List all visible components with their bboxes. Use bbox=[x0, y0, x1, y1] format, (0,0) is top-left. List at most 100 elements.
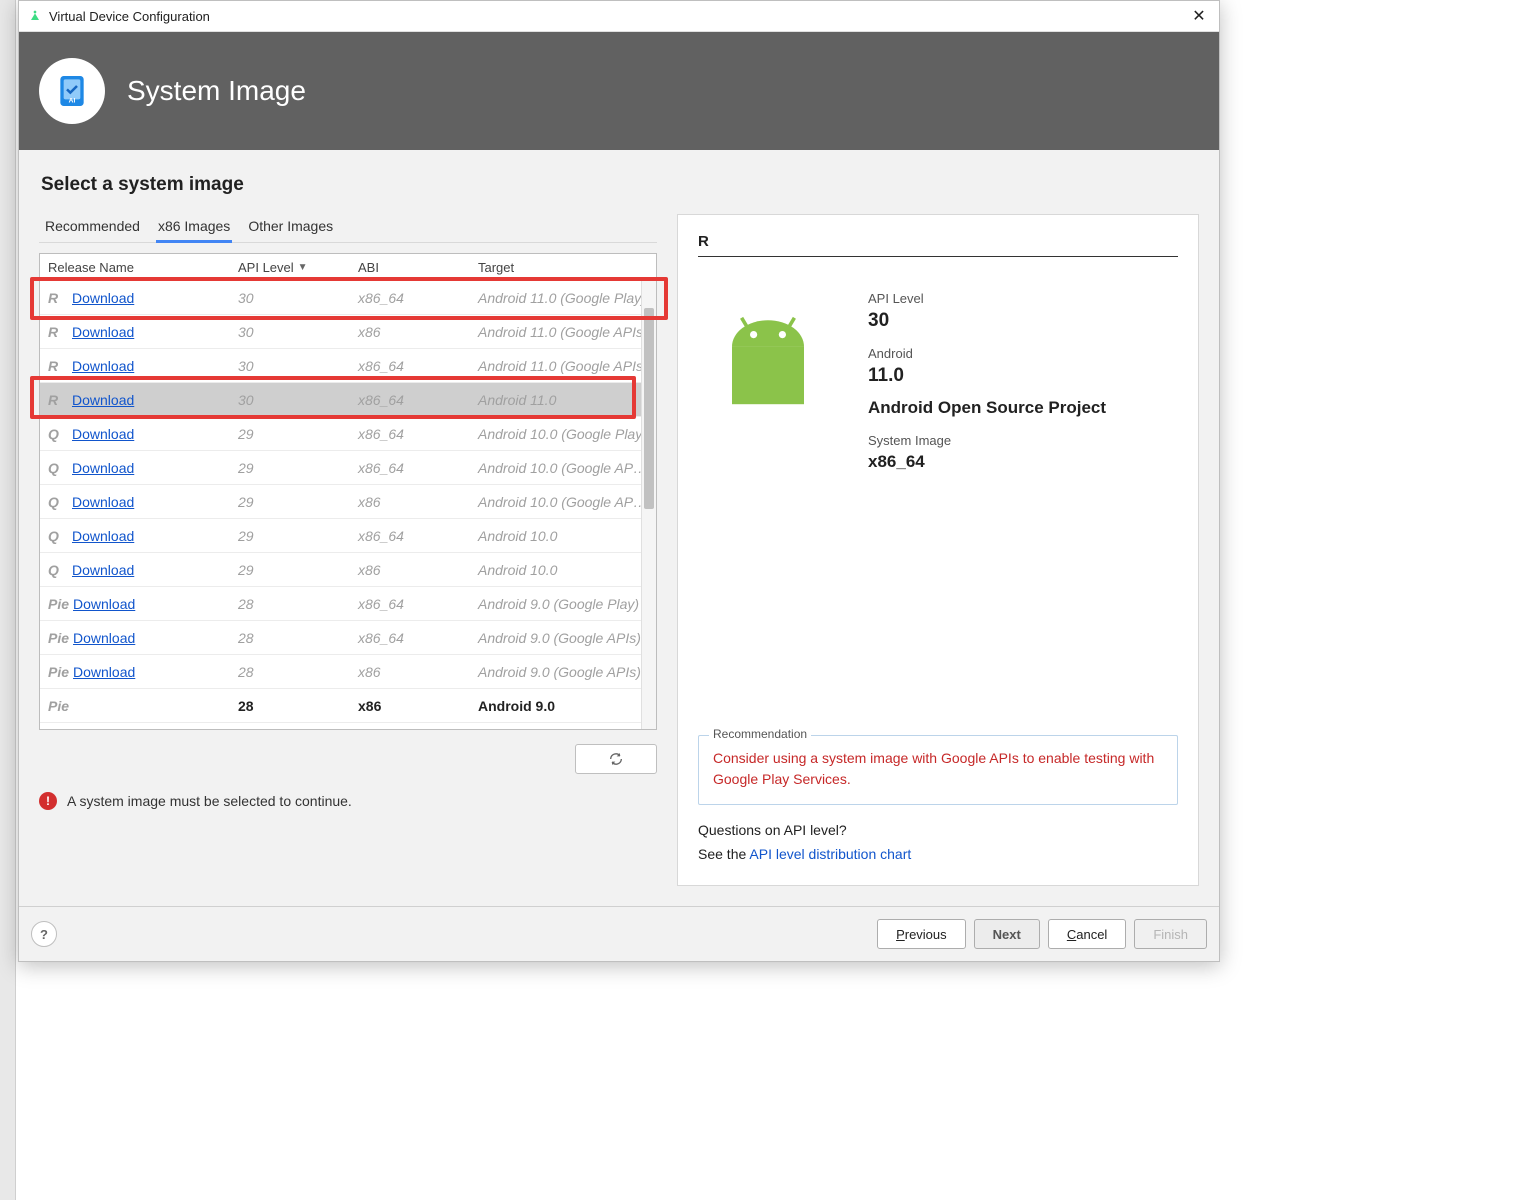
release-code: Pie bbox=[48, 664, 69, 680]
cell-abi: x86_64 bbox=[350, 290, 470, 306]
table-row[interactable]: QDownload29x86_64Android 10.0 bbox=[40, 519, 656, 553]
download-link[interactable]: Download bbox=[72, 460, 134, 476]
download-link[interactable]: Download bbox=[72, 494, 134, 510]
previous-button[interactable]: Previous bbox=[877, 919, 966, 949]
cell-api: 30 bbox=[230, 324, 350, 340]
recommendation-box: Recommendation Consider using a system i… bbox=[698, 735, 1178, 805]
cell-api: 29 bbox=[230, 426, 350, 442]
cell-api: 28 bbox=[230, 596, 350, 612]
download-link[interactable]: Download bbox=[72, 392, 134, 408]
cell-abi: x86_64 bbox=[350, 630, 470, 646]
image-tabs: Recommended x86 Images Other Images bbox=[39, 214, 657, 243]
cell-api: 29 bbox=[230, 494, 350, 510]
window-title: Virtual Device Configuration bbox=[49, 9, 1187, 24]
tab-x86-images[interactable]: x86 Images bbox=[156, 214, 232, 242]
cell-abi: x86_64 bbox=[350, 358, 470, 374]
col-api-level[interactable]: API Level ▼ bbox=[230, 260, 350, 275]
table-row[interactable]: RDownload30x86Android 11.0 (Google APIs) bbox=[40, 315, 656, 349]
table-row[interactable]: QDownload29x86_64Android 10.0 (Google AP… bbox=[40, 451, 656, 485]
release-code: Q bbox=[48, 460, 68, 476]
refresh-icon bbox=[608, 751, 624, 767]
release-code: Pie bbox=[48, 630, 69, 646]
cell-api: 30 bbox=[230, 392, 350, 408]
col-target[interactable]: Target bbox=[470, 260, 656, 275]
table-row[interactable]: PieDownload 28x86_64Android 9.0 (Google A… bbox=[40, 621, 656, 655]
download-link[interactable]: Download bbox=[72, 324, 134, 340]
release-code: R bbox=[48, 358, 68, 374]
cell-api: 29 bbox=[230, 528, 350, 544]
download-link[interactable]: Download bbox=[72, 562, 134, 578]
cell-abi: x86_64 bbox=[350, 596, 470, 612]
cell-abi: x86_64 bbox=[350, 392, 470, 408]
release-code: Pie bbox=[48, 596, 69, 612]
cell-abi: x86_64 bbox=[350, 426, 470, 442]
error-text: A system image must be selected to conti… bbox=[67, 793, 352, 809]
table-row[interactable]: QDownload29x86Android 10.0 bbox=[40, 553, 656, 587]
system-image-icon: AI bbox=[39, 58, 105, 124]
download-link[interactable]: Download bbox=[72, 528, 134, 544]
table-row[interactable]: PieDownload28x86Android 9.0 (Google APIs… bbox=[40, 655, 656, 689]
cell-target: Android 10.0 bbox=[470, 528, 656, 544]
table-row[interactable]: QDownload 29x86_64Android 10.0 (Google Pl… bbox=[40, 417, 656, 451]
cell-abi: x86 bbox=[350, 698, 470, 714]
project-name: Android Open Source Project bbox=[868, 397, 1106, 419]
next-button[interactable]: Next bbox=[974, 919, 1040, 949]
cell-target: Android 10.0 (Google APIs) bbox=[470, 460, 656, 476]
table-row[interactable]: RDownload30x86_64Android 11.0 (Google Pl… bbox=[40, 281, 656, 315]
section-title: Select a system image bbox=[41, 174, 1199, 196]
table-row[interactable]: Pie28x86Android 9.0 bbox=[40, 689, 656, 723]
cell-abi: x86 bbox=[350, 562, 470, 578]
finish-button: Finish bbox=[1134, 919, 1207, 949]
recommendation-legend: Recommendation bbox=[709, 727, 811, 741]
cancel-button[interactable]: Cancel bbox=[1048, 919, 1126, 949]
android-studio-icon bbox=[27, 8, 43, 24]
api-question: Questions on API level? bbox=[698, 819, 1178, 843]
system-image-value: x86_64 bbox=[868, 452, 1106, 472]
api-chart-line: See the API level distribution chart bbox=[698, 843, 1178, 867]
api-distribution-link[interactable]: API level distribution chart bbox=[749, 846, 911, 862]
svg-text:AI: AI bbox=[69, 98, 76, 105]
table-row[interactable]: PieDownload28x86_64Android 9.0 bbox=[40, 723, 656, 729]
api-level-label: API Level bbox=[868, 291, 1106, 306]
wizard-footer: ? Previous Next Cancel Finish bbox=[19, 906, 1219, 961]
col-release-name[interactable]: Release Name bbox=[40, 260, 230, 275]
download-link[interactable]: Download bbox=[73, 664, 135, 680]
cell-target: Android 9.0 (Google APIs) bbox=[470, 630, 656, 646]
cell-target: Android 11.0 (Google APIs) bbox=[470, 324, 656, 340]
cell-api: 30 bbox=[230, 358, 350, 374]
cell-target: Android 11.0 (Google Play) bbox=[470, 290, 656, 306]
table-row[interactable]: RDownload30x86_64Android 11.0 (Google AP… bbox=[40, 349, 656, 383]
release-code: R bbox=[48, 392, 68, 408]
download-link[interactable]: Download bbox=[72, 426, 134, 442]
table-row[interactable]: QDownload29x86Android 10.0 (Google APIs) bbox=[40, 485, 656, 519]
android-label: Android bbox=[868, 346, 1106, 361]
col-abi[interactable]: ABI bbox=[350, 260, 470, 275]
cell-api: 28 bbox=[230, 630, 350, 646]
download-link[interactable]: Download bbox=[73, 596, 135, 612]
table-header: Release Name API Level ▼ ABI Target bbox=[40, 254, 656, 281]
cell-target: Android 11.0 bbox=[470, 392, 656, 408]
close-icon[interactable]: ✕ bbox=[1187, 4, 1211, 28]
download-link[interactable]: Download bbox=[72, 290, 134, 306]
download-link[interactable]: Download bbox=[72, 358, 134, 374]
cell-target: Android 9.0 (Google APIs) bbox=[470, 664, 656, 680]
wizard-header: AI System Image bbox=[19, 32, 1219, 150]
help-button[interactable]: ? bbox=[31, 921, 57, 947]
detail-title: R bbox=[698, 233, 1178, 257]
table-row[interactable]: RDownload 30x86_64Android 11.0 bbox=[40, 383, 656, 417]
api-level-value: 30 bbox=[868, 310, 1106, 332]
tab-other-images[interactable]: Other Images bbox=[246, 214, 335, 242]
table-row[interactable]: PieDownload 28x86_64Android 9.0 (Google P… bbox=[40, 587, 656, 621]
release-code: Q bbox=[48, 426, 68, 442]
refresh-button[interactable] bbox=[575, 744, 657, 774]
tab-recommended[interactable]: Recommended bbox=[43, 214, 142, 242]
cell-target: Android 9.0 (Google Play) bbox=[470, 596, 656, 612]
cell-target: Android 9.0 bbox=[470, 698, 656, 714]
validation-error: ! A system image must be selected to con… bbox=[39, 792, 657, 810]
cell-api: 30 bbox=[230, 290, 350, 306]
avd-config-dialog: Virtual Device Configuration ✕ AI System… bbox=[18, 0, 1220, 962]
download-link[interactable]: Download bbox=[73, 630, 135, 646]
cell-abi: x86 bbox=[350, 664, 470, 680]
cell-target: Android 10.0 (Google Play) bbox=[470, 426, 656, 442]
scrollbar[interactable] bbox=[641, 281, 656, 729]
